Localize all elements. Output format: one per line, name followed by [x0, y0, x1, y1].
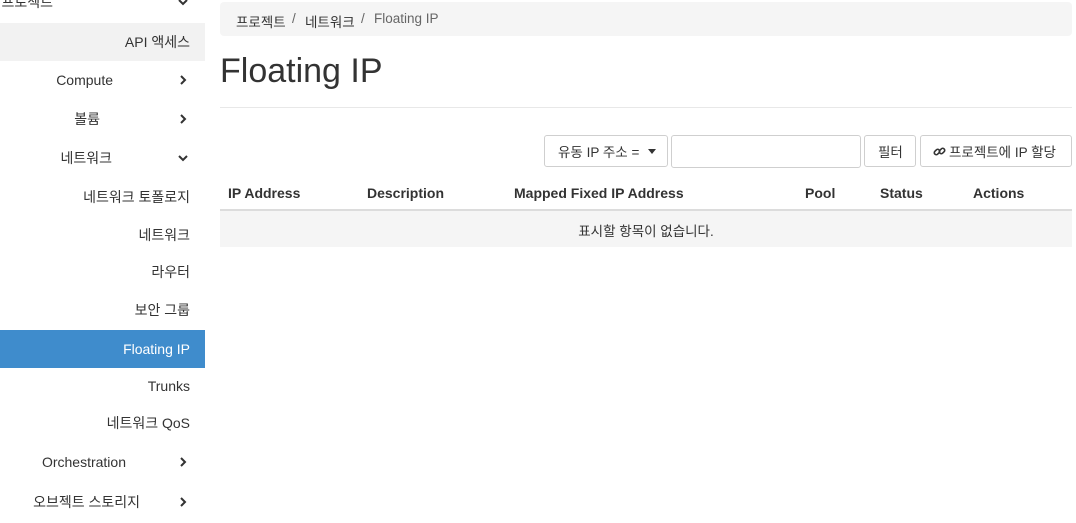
chevron-right-icon — [180, 457, 187, 467]
breadcrumb-separator: / — [292, 11, 296, 26]
sidebar-item-label: API 액세스 — [124, 34, 190, 50]
sidebar-item-label: 오브젝트 스토리지 — [33, 494, 140, 510]
sidebar-item-project[interactable]: 프로젝트 — [0, 0, 205, 21]
sidebar-item-network-qos[interactable]: 네트워크 QoS — [0, 404, 205, 442]
sidebar-item-label: Floating IP — [123, 341, 190, 357]
column-header-mapped-fixed-ip[interactable]: Mapped Fixed IP Address — [514, 185, 684, 201]
allocate-ip-button[interactable]: 프로젝트에 IP 할당 — [920, 135, 1072, 167]
sidebar-item-network[interactable]: 네트워크 — [0, 139, 205, 177]
sidebar-item-label: 프로젝트 — [1, 0, 53, 10]
breadcrumb-item-network[interactable]: 네트워크 — [305, 11, 355, 31]
chevron-right-icon — [180, 75, 187, 85]
sidebar: 프로젝트 API 액세스 Compute 볼륨 네트워크 네트워크 토폴로지 네… — [0, 0, 205, 523]
sidebar-item-security-groups[interactable]: 보안 그룹 — [0, 291, 205, 329]
sidebar-item-compute[interactable]: Compute — [0, 61, 205, 99]
sidebar-item-routers[interactable]: 라우터 — [0, 253, 205, 291]
link-icon — [933, 147, 946, 156]
breadcrumb-item-current: Floating IP — [374, 11, 439, 26]
sidebar-item-object-storage[interactable]: 오브젝트 스토리지 — [0, 483, 205, 521]
column-header-pool[interactable]: Pool — [805, 185, 835, 201]
sidebar-item-label: Orchestration — [41, 454, 126, 470]
sidebar-item-networks[interactable]: 네트워크 — [0, 216, 205, 254]
sidebar-item-trunks[interactable]: Trunks — [0, 367, 205, 405]
sidebar-item-label: 볼륨 — [74, 111, 100, 127]
caret-down-icon — [648, 149, 656, 154]
column-header-ip-address[interactable]: IP Address — [228, 185, 300, 201]
allocate-ip-label: 프로젝트에 IP 할당 — [949, 145, 1056, 160]
sidebar-item-label: 네트워크 QoS — [106, 415, 190, 431]
sidebar-item-label: Compute — [56, 72, 113, 88]
breadcrumb-item-project[interactable]: 프로젝트 — [236, 11, 286, 31]
sidebar-item-label: 네트워크 토폴로지 — [83, 189, 190, 205]
page-title: Floating IP — [220, 52, 383, 90]
chevron-down-icon — [178, 0, 188, 6]
sidebar-item-floating-ip[interactable]: Floating IP — [0, 330, 205, 368]
filter-field-select[interactable]: 유동 IP 주소 = — [544, 135, 668, 167]
column-header-status[interactable]: Status — [880, 185, 923, 201]
filter-button-label: 필터 — [878, 145, 903, 160]
table-header: IP Address Description Mapped Fixed IP A… — [220, 174, 1072, 211]
column-header-description[interactable]: Description — [367, 185, 444, 201]
column-header-actions: Actions — [973, 185, 1025, 201]
sidebar-item-label: 네트워크 — [60, 150, 112, 166]
sidebar-item-label: Trunks — [147, 378, 190, 394]
table-row: 표시할 항목이 없습니다. — [220, 211, 1072, 247]
title-divider — [220, 107, 1072, 108]
sidebar-item-network-topology[interactable]: 네트워크 토폴로지 — [0, 178, 205, 216]
chevron-down-icon — [178, 155, 188, 162]
empty-table-message: 표시할 항목이 없습니다. — [578, 224, 714, 239]
chevron-right-icon — [180, 114, 187, 124]
sidebar-item-orchestration[interactable]: Orchestration — [0, 443, 205, 481]
sidebar-item-label: 보안 그룹 — [134, 302, 190, 318]
breadcrumb-separator: / — [361, 11, 365, 26]
chevron-right-icon — [180, 497, 187, 507]
sidebar-item-label: 라우터 — [151, 264, 190, 280]
filter-button[interactable]: 필터 — [864, 135, 916, 167]
breadcrumb: 프로젝트 / 네트워크 / Floating IP — [220, 2, 1072, 36]
sidebar-item-api-access[interactable]: API 액세스 — [0, 23, 205, 61]
filter-input[interactable] — [671, 135, 861, 168]
filter-field-label: 유동 IP 주소 = — [558, 145, 640, 160]
sidebar-item-volumes[interactable]: 볼륨 — [0, 100, 205, 138]
sidebar-item-label: 네트워크 — [138, 227, 190, 243]
